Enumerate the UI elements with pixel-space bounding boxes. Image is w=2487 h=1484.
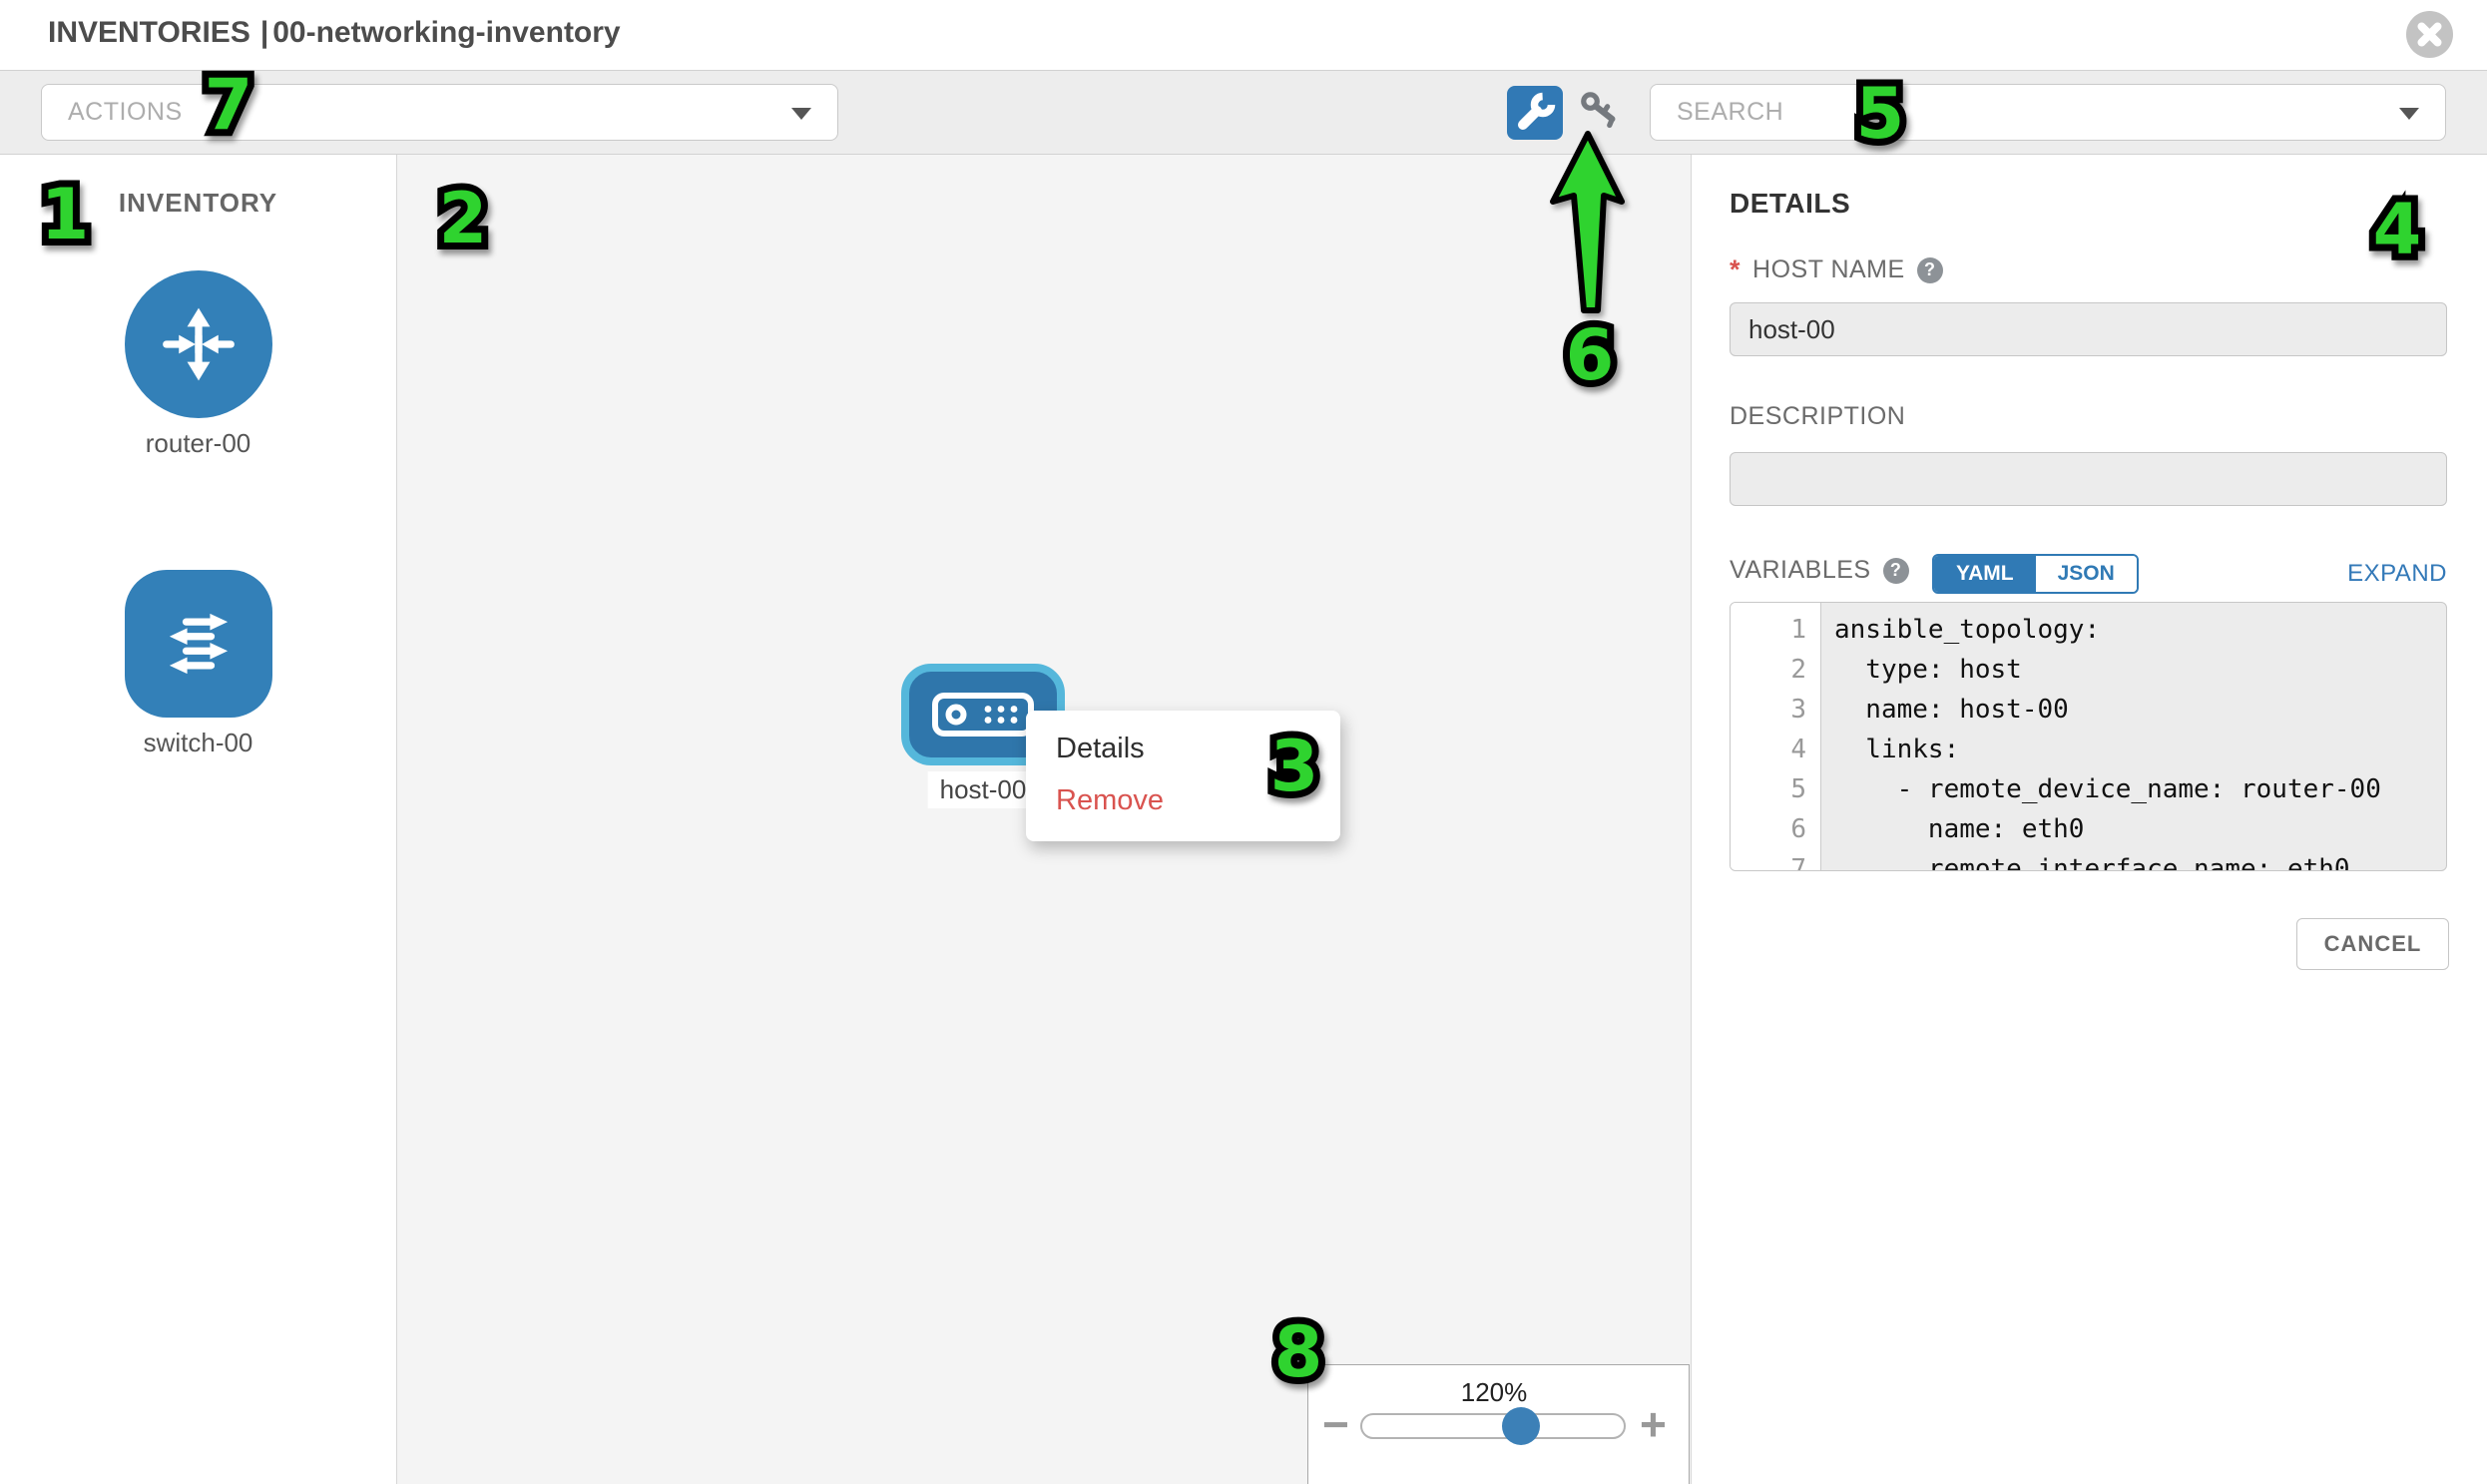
- code-line: 1ansible_topology:: [1731, 610, 2446, 650]
- line-number: 2: [1731, 655, 1820, 685]
- inventory-topology-app: INVENTORIES |00-networking-inventory ACTI…: [0, 0, 2487, 1484]
- page-title-section: INVENTORIES: [48, 16, 250, 49]
- line-text: type: host: [1820, 655, 2022, 685]
- description-input[interactable]: [1730, 452, 2447, 506]
- code-line: 3 name: host-00: [1731, 690, 2446, 730]
- credentials-key-button[interactable]: [1577, 89, 1629, 137]
- app-header: INVENTORIES |00-networking-inventory: [0, 0, 2487, 70]
- variables-editor[interactable]: 1ansible_topology: 2 type: host 3 name: …: [1730, 602, 2447, 871]
- host-name-label-row: * HOST NAME ?: [1730, 254, 1943, 285]
- help-icon[interactable]: ?: [1883, 558, 1909, 584]
- line-text: links:: [1820, 735, 1959, 764]
- cancel-button[interactable]: CANCEL: [2296, 918, 2449, 970]
- page-title: INVENTORIES |00-networking-inventory: [48, 16, 631, 50]
- host-icon: [931, 692, 1035, 738]
- line-text: name: host-00: [1820, 695, 2069, 725]
- key-icon: [1577, 89, 1629, 137]
- menu-item-details[interactable]: Details: [1026, 723, 1340, 774]
- sidebar-item-router[interactable]: router-00: [0, 270, 396, 459]
- actions-dropdown[interactable]: ACTIONS: [41, 84, 838, 141]
- details-panel-title: DETAILS: [1730, 188, 1850, 220]
- caret-down-icon: [791, 108, 811, 120]
- device-label: router-00: [0, 428, 396, 459]
- toolbar-mode-button[interactable]: [1507, 86, 1563, 140]
- zoom-widget: 120% − +: [1307, 1364, 1690, 1484]
- tab-json[interactable]: JSON: [2036, 556, 2137, 592]
- close-icon: [2406, 11, 2453, 58]
- line-number: 3: [1731, 695, 1820, 725]
- menu-item-remove[interactable]: Remove: [1026, 774, 1340, 826]
- description-label-row: DESCRIPTION: [1730, 402, 1905, 431]
- zoom-slider-thumb[interactable]: [1502, 1407, 1540, 1445]
- code-line: 6 name: eth0: [1731, 809, 2446, 849]
- line-text: - remote_device_name: router-00: [1820, 774, 2381, 804]
- description-label: DESCRIPTION: [1730, 402, 1905, 431]
- line-number: 4: [1731, 735, 1820, 764]
- topology-canvas[interactable]: host-00 Details Remove 120% − +: [397, 155, 1691, 1484]
- host-node-label: host-00: [928, 771, 1039, 808]
- zoom-in-button[interactable]: +: [1640, 1401, 1667, 1447]
- code-line: 7 remote_interface_name: eth0: [1731, 849, 2446, 871]
- toolbar: ACTIONS SEARCH: [0, 70, 2487, 155]
- line-number: 7: [1731, 854, 1820, 871]
- actions-dropdown-label: ACTIONS: [68, 85, 183, 140]
- inventory-sidebar: INVENTORY router-00: [0, 155, 397, 1484]
- switch-icon: [125, 570, 272, 718]
- search-dropdown[interactable]: SEARCH: [1650, 84, 2446, 141]
- line-text: ansible_topology:: [1820, 615, 2100, 645]
- tab-yaml[interactable]: YAML: [1934, 556, 2036, 592]
- code-line: 4 links:: [1731, 730, 2446, 769]
- zoom-slider-track[interactable]: [1360, 1413, 1626, 1439]
- page-title-separator: |: [260, 16, 268, 49]
- inventory-sidebar-title: INVENTORY: [0, 188, 396, 219]
- router-icon: [125, 270, 272, 418]
- host-name-input[interactable]: host-00: [1730, 302, 2447, 356]
- line-text: name: eth0: [1820, 814, 2084, 844]
- variables-label-row: VARIABLES ?: [1730, 556, 1909, 585]
- close-button[interactable]: [2406, 11, 2453, 58]
- code-line: 2 type: host: [1731, 650, 2446, 690]
- line-number: 5: [1731, 774, 1820, 804]
- help-icon[interactable]: ?: [1917, 257, 1943, 283]
- editor-code-lines: 1ansible_topology: 2 type: host 3 name: …: [1731, 610, 2446, 871]
- wrench-icon: [1507, 86, 1563, 140]
- line-number: 6: [1731, 814, 1820, 844]
- host-name-label: HOST NAME: [1752, 255, 1905, 284]
- context-menu: Details Remove: [1026, 711, 1340, 841]
- details-panel: DETAILS * HOST NAME ? host-00 DESCRIPTIO…: [1691, 155, 2487, 1484]
- caret-down-icon: [2399, 108, 2419, 120]
- code-line: 5 - remote_device_name: router-00: [1731, 769, 2446, 809]
- zoom-out-button[interactable]: −: [1322, 1401, 1349, 1447]
- variables-format-toggle: YAML JSON: [1932, 554, 2139, 594]
- required-asterisk: *: [1730, 254, 1741, 285]
- line-number: 1: [1731, 615, 1820, 645]
- zoom-level: 120%: [1374, 1377, 1614, 1408]
- sidebar-item-switch[interactable]: switch-00: [0, 570, 396, 758]
- search-dropdown-label: SEARCH: [1677, 85, 1783, 140]
- device-label: switch-00: [0, 728, 396, 758]
- page-title-inventory-name: 00-networking-inventory: [272, 16, 620, 49]
- line-text: remote_interface_name: eth0: [1820, 854, 2350, 871]
- variables-label: VARIABLES: [1730, 556, 1871, 585]
- expand-link[interactable]: EXPAND: [2347, 560, 2447, 588]
